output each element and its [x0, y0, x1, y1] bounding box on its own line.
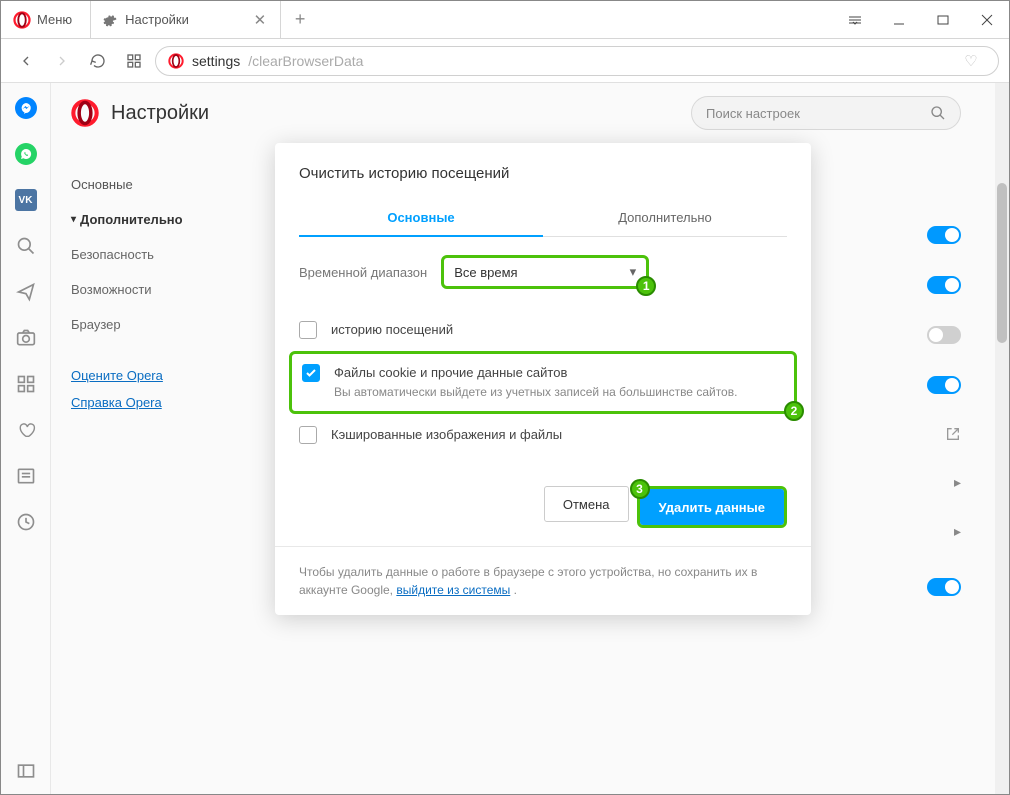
external-link-icon[interactable]	[945, 426, 961, 442]
nav-basic[interactable]: Основные	[71, 167, 216, 202]
heart-icon[interactable]: ♡	[956, 52, 986, 70]
tab-title: Настройки	[125, 12, 189, 27]
panel-toggle-button[interactable]	[833, 1, 877, 39]
nav-rate-link[interactable]: Оцените Opera	[71, 362, 216, 389]
range-value: Все время	[454, 265, 517, 280]
titlebar: Меню Настройки ✕ +	[1, 1, 1009, 39]
settings-nav: Основные ▾Дополнительно Безопасность Воз…	[71, 143, 216, 618]
range-label: Временной диапазон	[299, 265, 427, 280]
toggle[interactable]	[927, 276, 961, 294]
chevron-down-icon: ▾	[71, 214, 76, 225]
speed-dial-button[interactable]	[119, 46, 149, 76]
annotation-badge-3: 3	[630, 479, 650, 499]
search-placeholder: Поиск настроек	[706, 106, 800, 121]
reload-button[interactable]	[83, 46, 113, 76]
scrollbar-thumb[interactable]	[997, 183, 1007, 343]
gear-icon	[103, 13, 117, 27]
option-cache-label: Кэшированные изображения и файлы	[331, 426, 562, 444]
vk-icon[interactable]: VK	[15, 189, 37, 211]
nav-browser[interactable]: Браузер	[71, 307, 216, 342]
toggle[interactable]	[927, 226, 961, 244]
dialog-tab-advanced[interactable]: Дополнительно	[543, 200, 787, 236]
option-cookies-title: Файлы cookie и прочие данные сайтов	[334, 364, 737, 382]
side-rail: VK	[1, 83, 51, 794]
tab-settings[interactable]: Настройки ✕	[91, 1, 281, 38]
sign-out-link[interactable]: выйдите из системы	[396, 583, 510, 597]
dialog-footer: Чтобы удалить данные о работе в браузере…	[275, 546, 811, 615]
confirm-delete-button[interactable]: Удалить данные	[640, 489, 785, 525]
dialog-tab-basic[interactable]: Основные	[299, 200, 543, 237]
nav-advanced[interactable]: ▾Дополнительно	[71, 202, 216, 237]
dialog-title: Очистить историю посещений	[275, 143, 811, 200]
close-icon[interactable]: ✕	[252, 9, 269, 31]
option-cookies-subtitle: Вы автоматически выйдете из учетных запи…	[334, 384, 737, 401]
whatsapp-icon[interactable]	[15, 143, 37, 165]
opera-logo-icon	[13, 11, 31, 29]
news-icon[interactable]	[15, 465, 37, 487]
heart-nav-icon[interactable]	[15, 419, 37, 441]
camera-icon[interactable]	[15, 327, 37, 349]
close-window-button[interactable]	[965, 1, 1009, 39]
checkbox-cache[interactable]	[299, 426, 317, 444]
menu-label: Меню	[37, 12, 72, 27]
settings-search-input[interactable]: Поиск настроек	[691, 96, 961, 130]
opera-logo-icon	[168, 53, 184, 69]
sidebar-toggle-icon[interactable]	[15, 760, 37, 782]
minimize-button[interactable]	[877, 1, 921, 39]
clear-data-dialog: Очистить историю посещений Основные Допо…	[275, 143, 811, 615]
toggle[interactable]	[927, 376, 961, 394]
option-history-label: историю посещений	[331, 321, 453, 339]
checkbox-cookies[interactable]	[302, 364, 320, 382]
send-icon[interactable]	[15, 281, 37, 303]
address-suffix: /clearBrowserData	[248, 53, 363, 69]
checkbox-history[interactable]	[299, 321, 317, 339]
toggle[interactable]	[927, 326, 961, 344]
annotation-badge-1: 1	[636, 276, 656, 296]
messenger-icon[interactable]	[15, 97, 37, 119]
address-prefix: settings	[192, 53, 240, 69]
annotation-badge-2: 2	[784, 401, 804, 421]
nav-security[interactable]: Безопасность	[71, 237, 216, 272]
nav-features[interactable]: Возможности	[71, 272, 216, 307]
new-tab-button[interactable]: +	[281, 9, 319, 30]
page-title: Настройки	[111, 102, 209, 125]
forward-button[interactable]	[47, 46, 77, 76]
page-header: Настройки Поиск настроек	[51, 83, 1009, 143]
caret-down-icon: ▾	[630, 264, 637, 280]
opera-logo-icon	[71, 99, 99, 127]
back-button[interactable]	[11, 46, 41, 76]
address-bar: settings/clearBrowserData ♡	[1, 39, 1009, 83]
scrollbar[interactable]	[995, 83, 1009, 794]
maximize-button[interactable]	[921, 1, 965, 39]
apps-icon[interactable]	[15, 373, 37, 395]
history-icon[interactable]	[15, 511, 37, 533]
cancel-button[interactable]: Отмена	[544, 486, 629, 522]
search-icon	[930, 105, 946, 121]
menu-button[interactable]: Меню	[1, 1, 91, 38]
chevron-right-icon[interactable]: ▸	[954, 474, 961, 491]
toggle[interactable]	[927, 578, 961, 596]
search-icon[interactable]	[15, 235, 37, 257]
nav-help-link[interactable]: Справка Opera	[71, 389, 216, 416]
chevron-right-icon[interactable]: ▸	[954, 523, 961, 540]
time-range-select[interactable]: Все время ▾ 1	[441, 255, 649, 289]
address-field[interactable]: settings/clearBrowserData ♡	[155, 46, 999, 76]
